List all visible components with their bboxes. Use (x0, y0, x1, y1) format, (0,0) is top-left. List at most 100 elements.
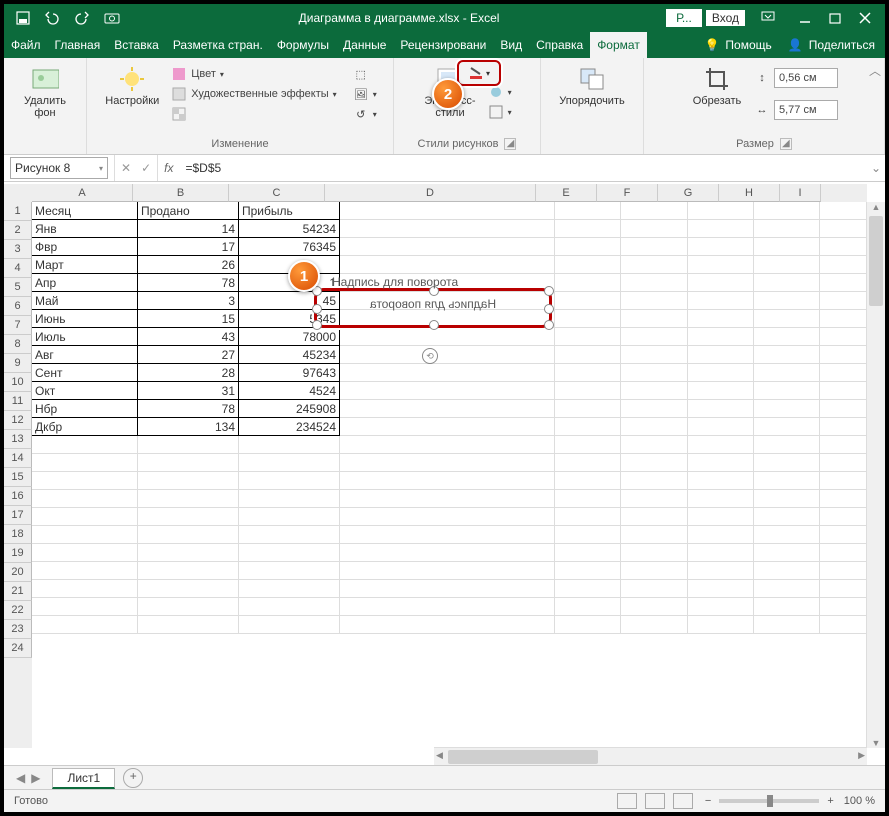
cell[interactable]: 45234 (239, 346, 340, 364)
cell[interactable] (754, 418, 820, 436)
cell[interactable]: Дкбр (32, 418, 138, 436)
cell[interactable] (820, 202, 867, 220)
column-header[interactable]: E (536, 184, 597, 202)
compress-button[interactable]: ⬚ (351, 65, 379, 83)
column-header[interactable]: H (719, 184, 780, 202)
ribbon-tab-данные[interactable]: Данные (336, 32, 393, 58)
cell[interactable]: Сент (32, 364, 138, 382)
maximize-icon[interactable] (829, 12, 841, 24)
cell[interactable]: 78 (138, 400, 239, 418)
cell[interactable] (820, 310, 867, 328)
row-header[interactable]: 7 (4, 316, 32, 335)
change-pic-button[interactable]: 🖼▾ (351, 85, 379, 103)
height-input[interactable]: 0,56 см (774, 68, 838, 88)
cell[interactable] (621, 418, 687, 436)
cell[interactable] (340, 454, 555, 472)
cell[interactable] (340, 256, 555, 274)
cell[interactable] (621, 598, 687, 616)
cell[interactable] (688, 310, 754, 328)
cells-area[interactable]: МесяцПроданоПрибыльЯнв1454234Фвр1776345М… (32, 202, 867, 748)
cell[interactable] (239, 544, 340, 562)
cell[interactable] (688, 598, 754, 616)
cell[interactable]: Окт (32, 382, 138, 400)
row-header[interactable]: 18 (4, 525, 32, 544)
cell[interactable] (138, 562, 239, 580)
color-button[interactable]: Цвет▾ (169, 65, 338, 83)
cancel-icon[interactable]: ✕ (121, 161, 131, 175)
expand-formula-bar-icon[interactable]: ⌄ (867, 161, 885, 175)
ribbon-tab-разметка стран.[interactable]: Разметка стран. (166, 32, 270, 58)
cell[interactable] (754, 310, 820, 328)
cell[interactable]: 17 (138, 238, 239, 256)
cell[interactable]: 134 (138, 418, 239, 436)
cell[interactable] (239, 616, 340, 634)
select-all-button[interactable] (4, 184, 33, 203)
row-header[interactable]: 19 (4, 544, 32, 563)
cell[interactable] (754, 436, 820, 454)
cell[interactable] (555, 238, 621, 256)
enter-icon[interactable]: ✓ (141, 161, 151, 175)
row-header[interactable]: 24 (4, 639, 32, 658)
cell[interactable] (555, 472, 621, 490)
fx-icon[interactable]: fx (158, 161, 179, 175)
cell[interactable] (820, 346, 867, 364)
ribbon-tab-файл[interactable]: Файл (4, 32, 48, 58)
cell[interactable] (340, 490, 555, 508)
ribbon-tab-справка[interactable]: Справка (529, 32, 590, 58)
cell[interactable] (340, 364, 555, 382)
cell[interactable] (754, 580, 820, 598)
cell[interactable] (820, 328, 867, 346)
cell[interactable] (688, 400, 754, 418)
cell[interactable] (555, 274, 621, 292)
horizontal-scrollbar[interactable]: ◀▶ (434, 747, 867, 766)
dialog-launcher-icon[interactable]: ◢ (504, 138, 516, 150)
cell[interactable]: 97643 (239, 364, 340, 382)
prev-sheet-icon[interactable]: ◀ (16, 771, 25, 785)
cell[interactable]: 78000 (239, 328, 340, 346)
undo-icon[interactable] (44, 11, 60, 25)
cell[interactable] (820, 544, 867, 562)
cell[interactable] (239, 472, 340, 490)
collapse-ribbon-icon[interactable]: ︿ (869, 62, 881, 79)
cell[interactable] (820, 562, 867, 580)
save-icon[interactable] (16, 11, 30, 25)
ribbon-tab-вставка[interactable]: Вставка (107, 32, 166, 58)
vertical-scrollbar[interactable]: ▲▼ (866, 202, 885, 748)
cell[interactable] (621, 580, 687, 598)
cell[interactable]: 27 (138, 346, 239, 364)
row-header[interactable]: 23 (4, 620, 32, 639)
cell[interactable] (688, 436, 754, 454)
row-header[interactable]: 10 (4, 373, 32, 392)
cell[interactable] (820, 526, 867, 544)
cell[interactable] (688, 580, 754, 598)
zoom-slider[interactable] (719, 799, 819, 803)
cell[interactable]: 78 (138, 274, 239, 292)
sheet-tab[interactable]: Лист1 (52, 768, 115, 789)
cell[interactable] (555, 490, 621, 508)
cell[interactable] (32, 544, 138, 562)
row-headers[interactable]: 123456789101112131415161718192021222324 (4, 202, 32, 748)
cell[interactable] (754, 490, 820, 508)
width-input[interactable]: 5,77 см (774, 100, 838, 120)
row-header[interactable]: 20 (4, 563, 32, 582)
cell[interactable]: 245908 (239, 400, 340, 418)
cell[interactable] (555, 382, 621, 400)
cell[interactable] (340, 382, 555, 400)
cell[interactable] (820, 454, 867, 472)
cell[interactable] (688, 418, 754, 436)
sign-in-button[interactable]: Вход (706, 10, 745, 26)
cell[interactable]: Авг (32, 346, 138, 364)
corrections-button[interactable]: Настройки (101, 61, 163, 111)
cell[interactable] (621, 292, 687, 310)
cell[interactable] (340, 346, 555, 364)
cell[interactable] (754, 256, 820, 274)
cell[interactable] (138, 490, 239, 508)
cell[interactable] (621, 400, 687, 418)
cell[interactable] (754, 328, 820, 346)
cell[interactable] (340, 544, 555, 562)
cell[interactable] (688, 382, 754, 400)
cell[interactable] (688, 364, 754, 382)
row-header[interactable]: 6 (4, 297, 32, 316)
share-label[interactable]: Поделиться (809, 38, 875, 52)
cell[interactable] (688, 526, 754, 544)
